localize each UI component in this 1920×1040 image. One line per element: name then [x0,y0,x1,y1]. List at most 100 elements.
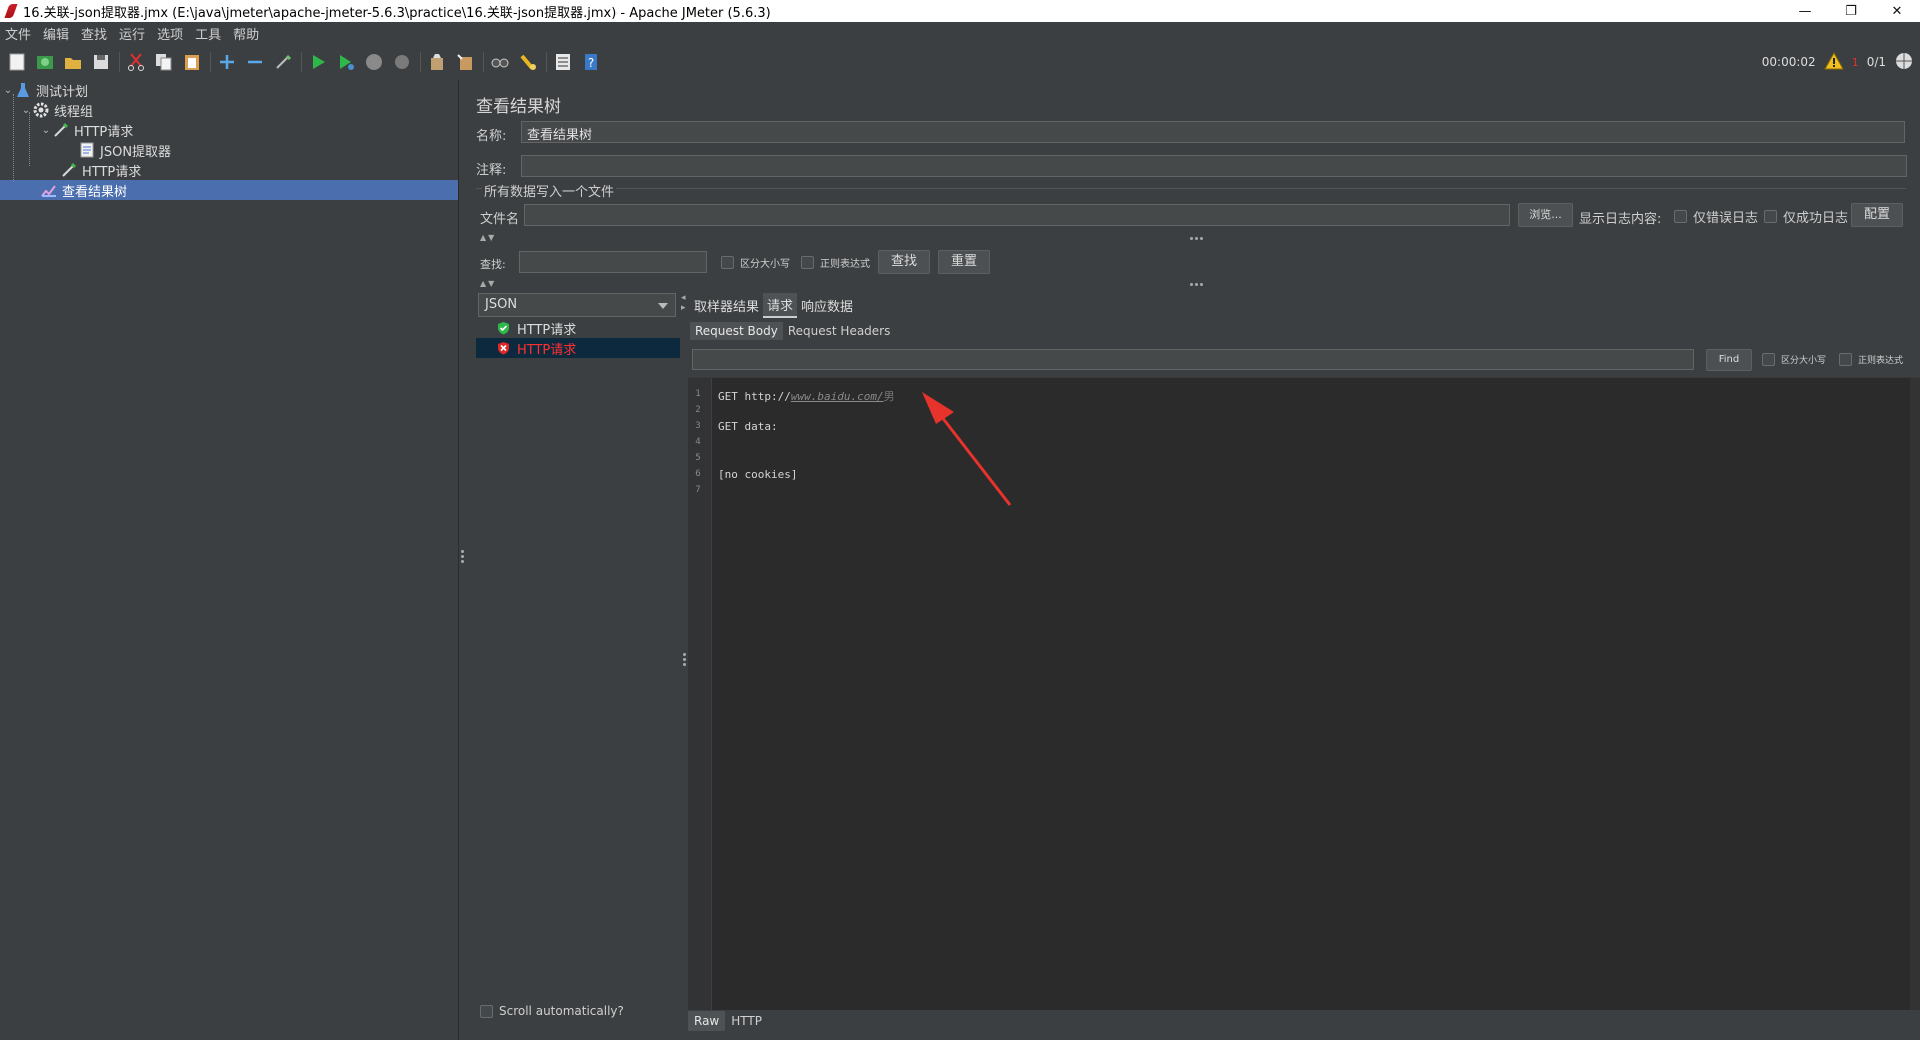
save-icon[interactable] [90,51,112,73]
maximize-button[interactable]: ❐ [1828,0,1874,22]
success-only-checkbox[interactable]: 仅成功日志 [1764,207,1848,226]
body-search-input[interactable] [692,349,1694,370]
expand-icon[interactable] [216,51,238,73]
body-find-button[interactable]: Find [1706,349,1752,371]
shutdown-icon[interactable] [391,51,413,73]
tab-request-headers[interactable]: Request Headers [783,322,896,340]
find-button[interactable]: 查找 [878,250,930,274]
request-url[interactable]: www.baidu.com/ [791,390,884,403]
collapse-arrows-icon[interactable]: ▲▼ [480,279,496,288]
tree-node-json-extractor[interactable]: JSON提取器 [78,140,171,160]
checkbox-box[interactable] [721,256,734,269]
list-item-label: HTTP请求 [517,342,577,358]
toggle-icon[interactable] [272,51,294,73]
splitter-grip[interactable] [460,550,464,563]
expand-arrow-icon[interactable]: ⌄ [40,125,52,136]
tree-node-test-plan[interactable]: ⌄ 测试计划 [2,80,88,100]
checkbox-box[interactable] [1839,353,1852,366]
menu-search[interactable]: 查找 [79,24,117,43]
copy-icon[interactable] [153,51,175,73]
comment-field[interactable] [521,155,1907,177]
start-icon[interactable] [307,51,329,73]
scroll-automatically-checkbox[interactable]: Scroll automatically? [480,1004,624,1018]
menu-run[interactable]: 运行 [117,24,155,43]
checkbox-box[interactable] [1674,210,1687,223]
tab-raw[interactable]: Raw [688,1011,726,1031]
filename-field[interactable] [524,204,1510,226]
menu-help[interactable]: 帮助 [231,24,269,43]
body-regex-checkbox[interactable]: 正则表达式 [1839,353,1903,366]
new-icon[interactable] [6,51,28,73]
main-splitter[interactable] [458,80,466,1040]
expand-arrow-icon[interactable]: ⌄ [20,105,32,116]
tree-node-view-results-tree[interactable]: 查看结果树 [40,180,127,200]
browse-button[interactable]: 浏览... [1518,203,1573,227]
toolbar-separator [483,52,484,72]
clear-icon[interactable] [426,51,448,73]
checkbox-box[interactable] [801,256,814,269]
expand-arrow-icon[interactable]: ⌄ [2,85,14,96]
help-icon[interactable]: ? [580,51,602,73]
collapse-arrows-icon[interactable]: ◂ ▸ [681,293,686,313]
checkbox-box[interactable] [480,1004,493,1018]
tab-request[interactable]: 请求 [763,292,798,318]
results-splitter[interactable]: ◂ ▸ [680,293,688,1040]
list-item[interactable]: HTTP请求 [476,318,680,338]
line-number: 2 [695,405,701,415]
minimize-button[interactable]: — [1782,0,1828,22]
open-icon[interactable] [62,51,84,73]
tree-node-http1[interactable]: ⌄ HTTP请求 [40,120,133,140]
code-line-1: GET http://www.baidu.com/男 [718,388,895,404]
collapse-arrows-icon[interactable]: ▲▼ [480,233,496,242]
line-number: 7 [695,485,701,495]
view-mode-tabs: Raw HTTP [688,1010,768,1032]
paste-icon[interactable] [181,51,203,73]
tab-request-body[interactable]: Request Body [690,322,783,340]
splitter-grip[interactable] [1190,283,1203,286]
body-case-checkbox[interactable]: 区分大小写 [1762,353,1826,366]
sample-results-list: HTTP请求 HTTP请求 Scroll automatically? [476,318,680,1040]
error-count: 1 [1851,55,1859,69]
checkbox-label: 正则表达式 [1858,356,1904,366]
tree-node-thread-group[interactable]: ⌄ 线程组 [20,100,93,120]
menu-options[interactable]: 选项 [155,24,193,43]
case-sensitive-checkbox[interactable]: 区分大小写 [721,255,790,270]
regex-checkbox[interactable]: 正则表达式 [801,255,870,270]
splitter-grip[interactable] [1190,237,1203,240]
reset-button[interactable]: 重置 [938,250,990,274]
toolbar-separator [420,52,421,72]
file-group-border [476,188,1906,189]
cut-icon[interactable] [125,51,147,73]
request-body-editor[interactable]: 1 2 3 4 5 6 7 GET http://www.baidu.com/男… [688,377,1920,1010]
menu-file[interactable]: 文件 [3,24,41,43]
renderer-select[interactable]: JSON [478,293,676,317]
list-item[interactable]: HTTP请求 [476,338,680,358]
menu-tools[interactable]: 工具 [193,24,231,43]
editor-scrollbar[interactable] [1910,378,1920,1010]
tab-response-data[interactable]: 响应数据 [797,294,857,317]
splitter-grip[interactable] [682,653,686,666]
checkbox-box[interactable] [1762,353,1775,366]
search-icon[interactable] [489,51,511,73]
clear-all-icon[interactable] [454,51,476,73]
stop-icon[interactable] [363,51,385,73]
reset-search-icon[interactable] [517,51,539,73]
chevron-down-icon[interactable] [658,303,668,309]
close-button[interactable]: ✕ [1874,0,1920,22]
checkbox-box[interactable] [1764,210,1777,223]
search-input[interactable] [519,251,707,273]
collapse-icon[interactable] [244,51,266,73]
function-helper-icon[interactable] [552,51,574,73]
menu-bar: 文件 编辑 查找 运行 选项 工具 帮助 [0,22,1920,44]
templates-icon[interactable] [34,51,56,73]
menu-edit[interactable]: 编辑 [41,24,79,43]
tab-sampler-result[interactable]: 取样器结果 [690,294,763,317]
errors-only-checkbox[interactable]: 仅错误日志 [1674,207,1758,226]
start-no-pauses-icon[interactable] [335,51,357,73]
name-field[interactable]: 查看结果树 [521,121,1905,143]
tab-http[interactable]: HTTP [725,1011,768,1031]
configure-button[interactable]: 配置 [1851,203,1903,227]
warning-icon[interactable] [1823,51,1844,73]
line-number: 5 [695,453,701,463]
tree-node-http2[interactable]: HTTP请求 [60,160,141,180]
